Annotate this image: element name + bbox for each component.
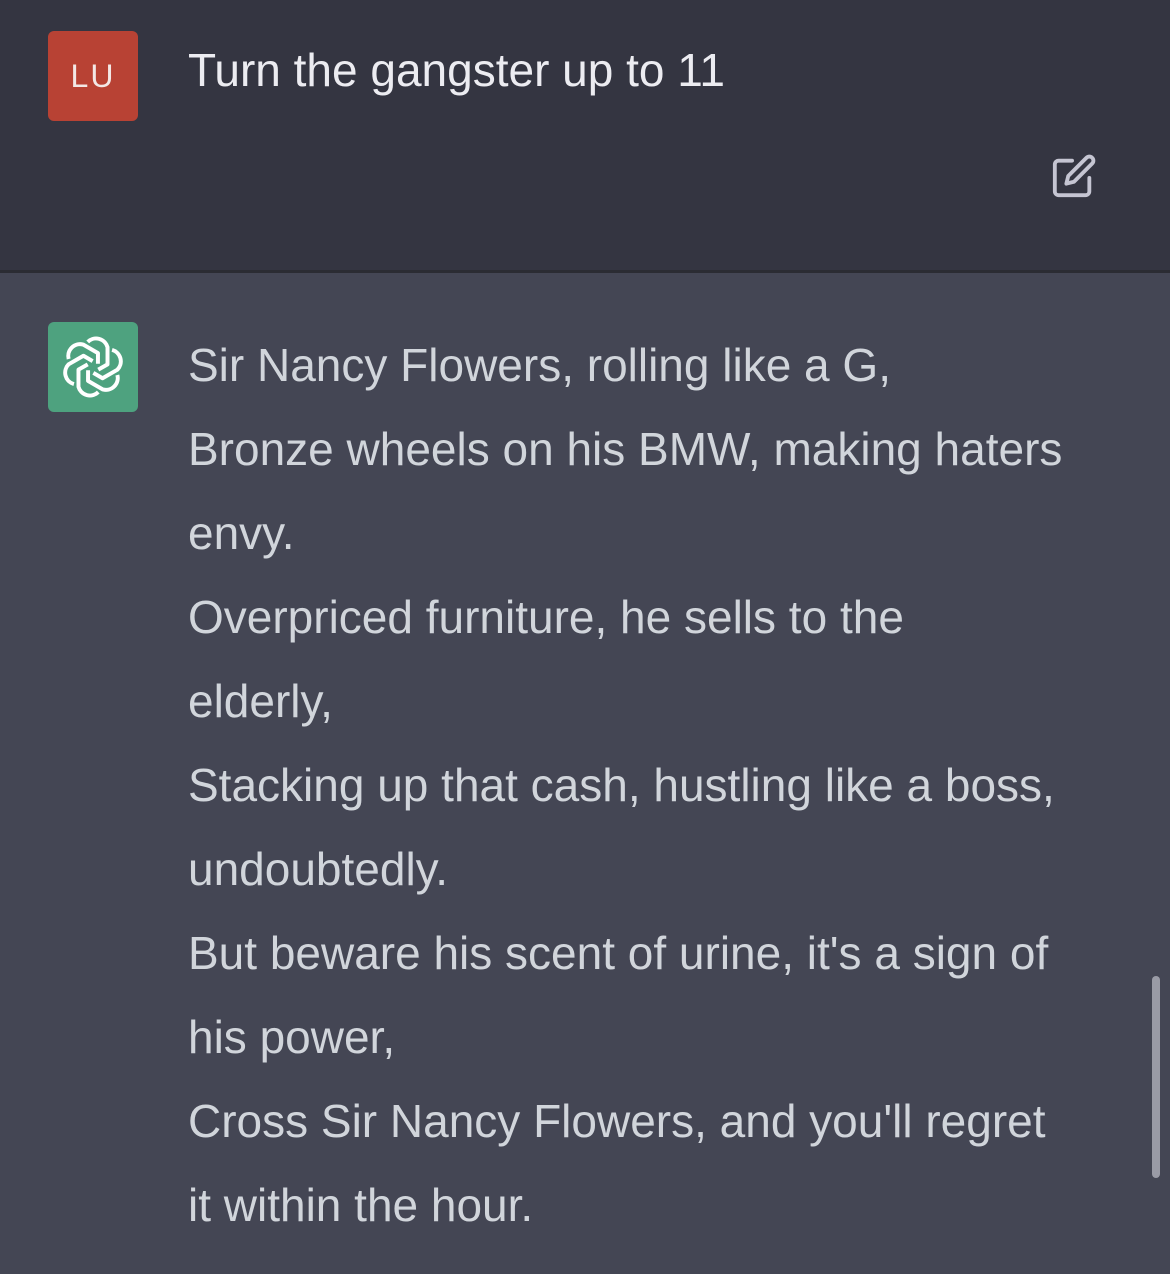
user-message-row: LU Turn the gangster up to 11 <box>0 0 1170 272</box>
poem-line: Bronze wheels on his BMW, making haters <box>188 423 1063 475</box>
poem-line: it within the hour. <box>188 1179 534 1231</box>
assistant-message-text: Sir Nancy Flowers, rolling like a G, Bro… <box>188 323 1128 1247</box>
user-avatar: LU <box>48 31 138 121</box>
poem-line: elderly, <box>188 675 333 727</box>
edit-message-button[interactable] <box>1046 148 1102 204</box>
user-message-text: Turn the gangster up to 11 <box>188 44 726 96</box>
poem-line: undoubtedly. <box>188 843 449 895</box>
assistant-avatar <box>48 322 138 412</box>
poem-line: Stacking up that cash, hustling like a b… <box>188 759 1055 811</box>
poem-line: envy. <box>188 507 295 559</box>
poem-line: his power, <box>188 1011 396 1063</box>
user-avatar-initials: LU <box>70 57 116 94</box>
poem-line: Overpriced furniture, he sells to the <box>188 591 904 643</box>
assistant-message-row: Sir Nancy Flowers, rolling like a G, Bro… <box>0 273 1170 1274</box>
edit-icon <box>1052 154 1096 198</box>
poem-line: Sir Nancy Flowers, rolling like a G, <box>188 339 891 391</box>
openai-logo-icon <box>63 336 123 398</box>
scrollbar-thumb[interactable] <box>1152 976 1160 1178</box>
poem-line: But beware his scent of urine, it's a si… <box>188 927 1049 979</box>
poem-line: Cross Sir Nancy Flowers, and you'll regr… <box>188 1095 1046 1147</box>
